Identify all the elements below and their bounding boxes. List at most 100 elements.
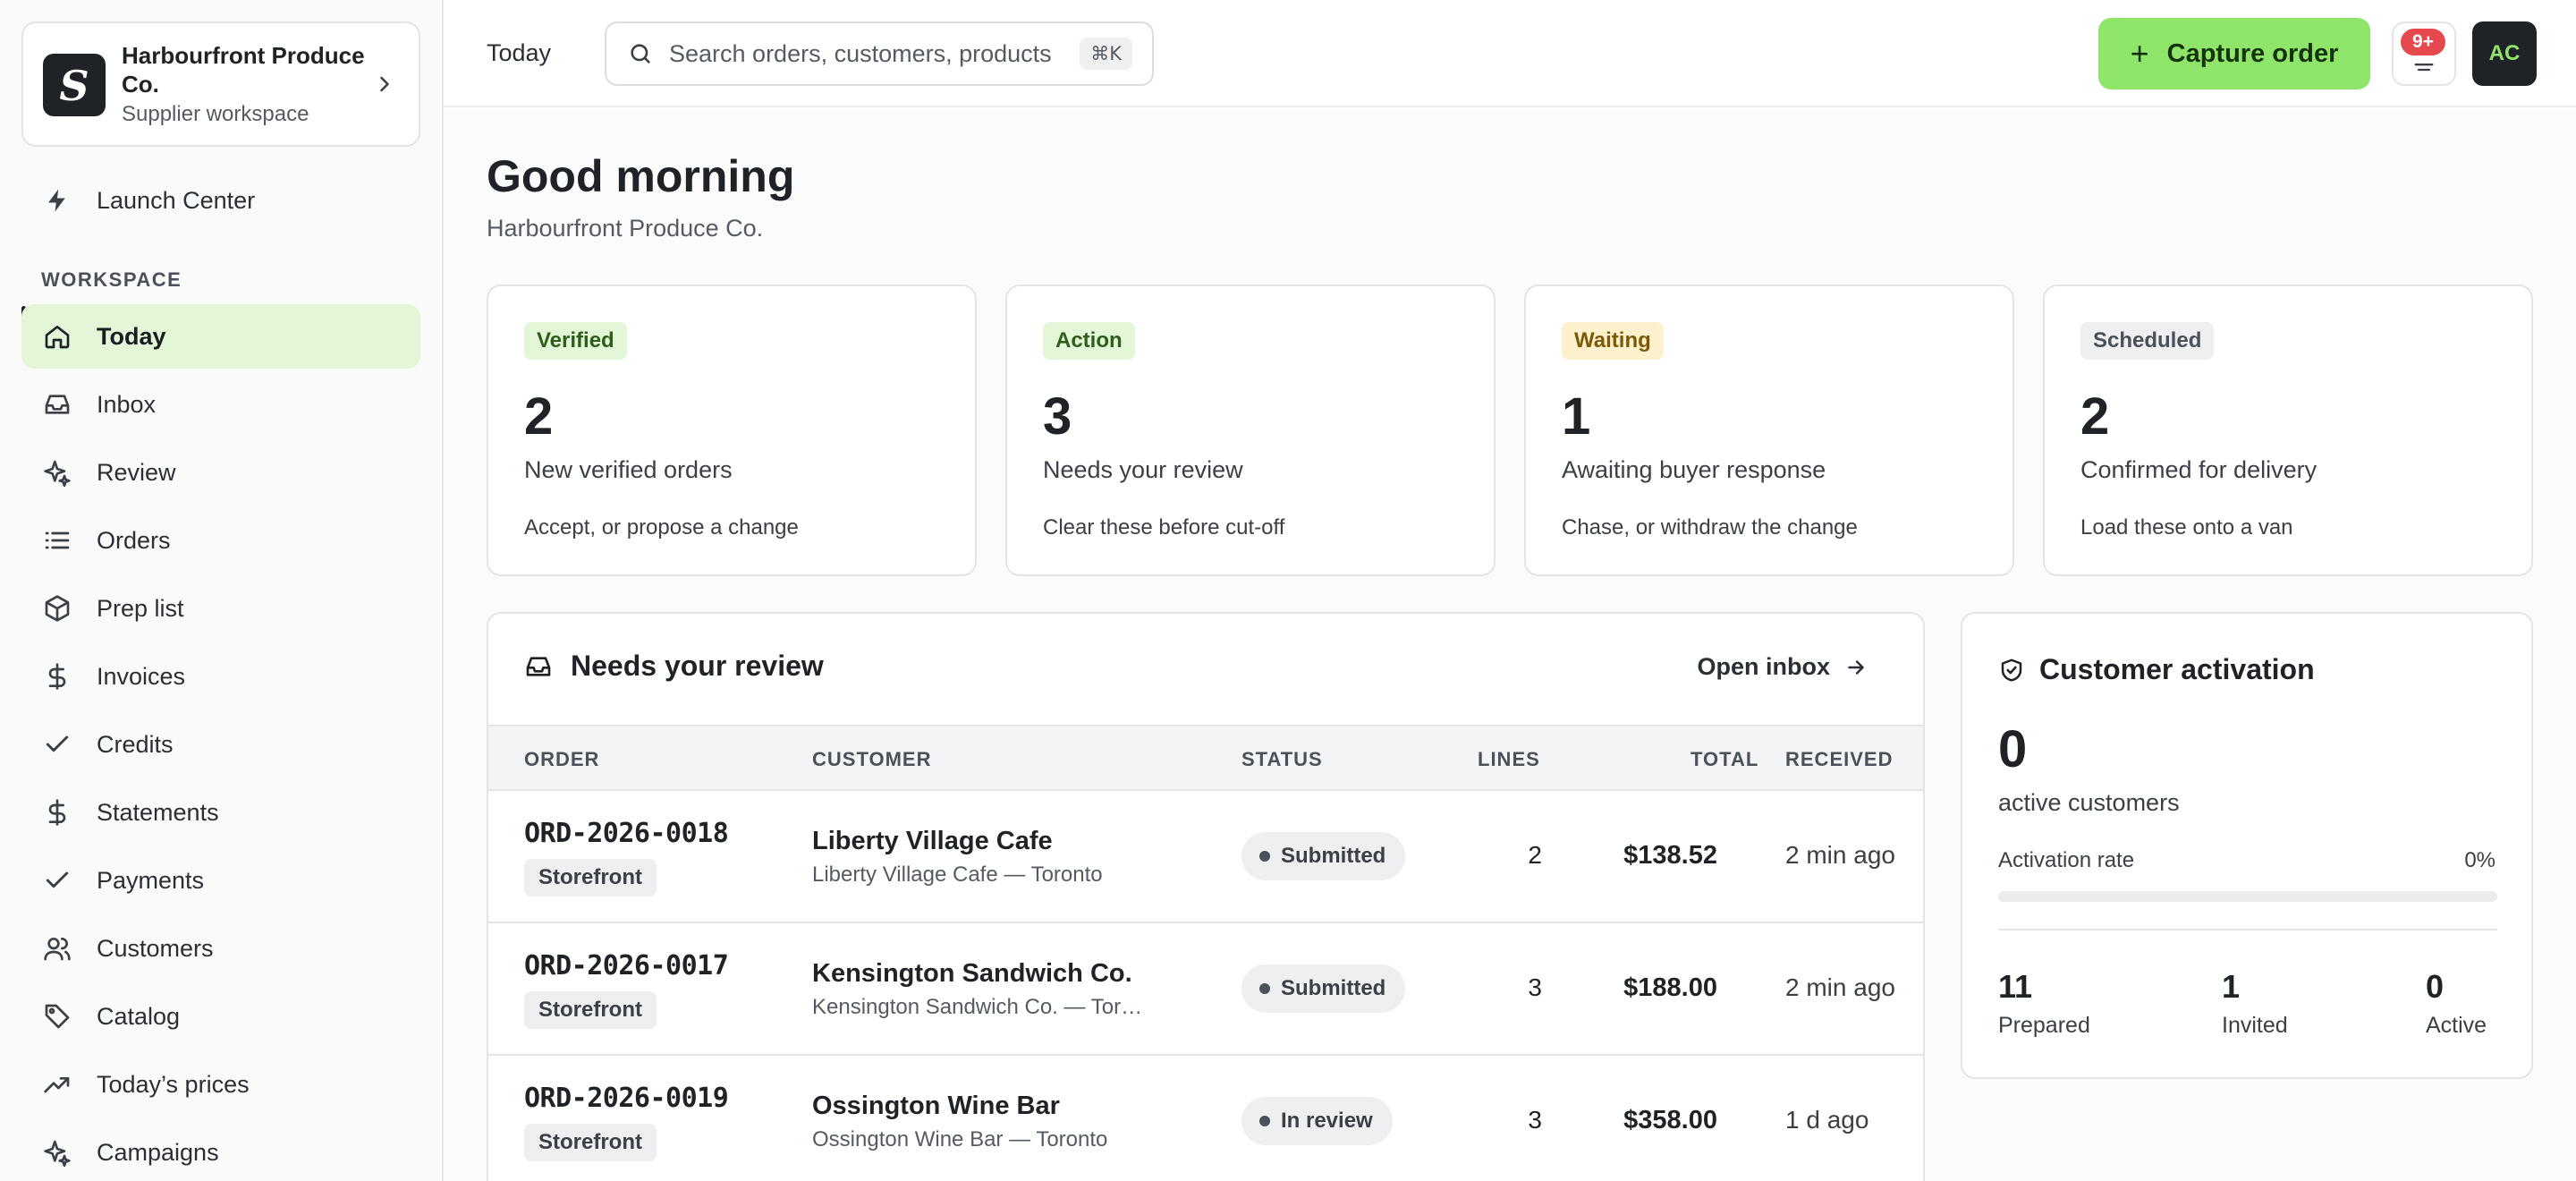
customer-name: Kensington Sandwich Co. bbox=[812, 959, 1132, 988]
nav-label: Today bbox=[97, 322, 166, 350]
capture-order-label: Capture order bbox=[2166, 38, 2339, 68]
org-switcher[interactable]: S Harbourfront Produce Co. Supplier work… bbox=[21, 21, 420, 147]
nav-item-payments[interactable]: Payments bbox=[21, 848, 420, 913]
status-label: Submitted bbox=[1281, 844, 1386, 868]
column-header-total[interactable]: TOTAL bbox=[1690, 748, 1758, 771]
dollar-icon bbox=[41, 660, 73, 692]
activation-rate-value: 0% bbox=[2464, 848, 2496, 872]
order-total: $188.00 bbox=[1623, 973, 1717, 1002]
order-id[interactable]: ORD-2026-0019 bbox=[524, 1083, 729, 1114]
column-header-lines[interactable]: LINES bbox=[1478, 748, 1540, 771]
home-icon bbox=[41, 320, 73, 353]
stat-hint: Clear these before cut-off bbox=[1043, 515, 1285, 540]
capture-order-button[interactable]: + Capture order bbox=[2098, 18, 2370, 89]
column-header-customer[interactable]: CUSTOMER bbox=[812, 748, 932, 771]
table-header: ORDER CUSTOMER STATUS LINES TOTAL RECEIV… bbox=[488, 725, 1923, 791]
stat-value: 1 bbox=[1562, 387, 1591, 446]
nav-item-statements[interactable]: Statements bbox=[21, 780, 420, 845]
review-panel-title: Needs your review bbox=[571, 650, 824, 682]
inbox-icon bbox=[41, 388, 73, 421]
order-id[interactable]: ORD-2026-0017 bbox=[524, 950, 729, 981]
column-header-order[interactable]: ORDER bbox=[524, 748, 599, 771]
stat-title: Needs your review bbox=[1043, 456, 1243, 483]
line-count: 3 bbox=[1528, 1106, 1542, 1134]
search-bar[interactable]: ⌘K bbox=[605, 21, 1154, 86]
nav-label: Orders bbox=[97, 526, 171, 554]
org-name: Harbourfront Produce Co. bbox=[122, 42, 365, 98]
order-id[interactable]: ORD-2026-0018 bbox=[524, 818, 729, 849]
table-row[interactable]: ORD-2026-0018 Storefront Liberty Village… bbox=[488, 791, 1923, 923]
stat-hint: Chase, or withdraw the change bbox=[1562, 515, 1858, 540]
list-icon bbox=[41, 524, 73, 557]
nav-item-inbox[interactable]: Inbox bbox=[21, 372, 420, 437]
received-time: 1 d ago bbox=[1785, 1106, 1869, 1134]
avatar[interactable]: AC bbox=[2472, 21, 2537, 86]
line-count: 3 bbox=[1528, 973, 1542, 1001]
nav-item-review[interactable]: Review bbox=[21, 440, 420, 505]
stat-value: 2 bbox=[2080, 387, 2110, 446]
nav-item-prep-list[interactable]: Prep list bbox=[21, 576, 420, 641]
customer-location: Kensington Sandwich Co. — Tor… bbox=[812, 995, 1143, 1019]
nav-label: Review bbox=[97, 458, 176, 486]
bell-icon bbox=[2411, 54, 2436, 73]
nav-item-customers[interactable]: Customers bbox=[21, 916, 420, 981]
box-icon bbox=[41, 592, 73, 624]
active-customers-count: 0 bbox=[1998, 720, 2028, 778]
order-source-badge: Storefront bbox=[524, 991, 657, 1029]
stat-title: New verified orders bbox=[524, 456, 733, 483]
topbar: Today ⌘K + Capture order 9+ AC bbox=[444, 0, 2576, 107]
open-inbox-link[interactable]: Open inbox bbox=[1698, 653, 1868, 681]
table-row[interactable]: ORD-2026-0019 Storefront Ossington Wine … bbox=[488, 1056, 1923, 1181]
users-icon bbox=[41, 932, 73, 964]
status-dot bbox=[1259, 1116, 1270, 1126]
arrow-right-icon bbox=[1844, 656, 1868, 679]
shield-check-icon bbox=[1998, 657, 2025, 684]
nav-item-invoices[interactable]: Invoices bbox=[21, 644, 420, 709]
stat-card-scheduled[interactable]: Scheduled 2 Confirmed for delivery Load … bbox=[2043, 285, 2533, 576]
prepared-count: 11 bbox=[1998, 968, 2033, 1005]
open-inbox-label: Open inbox bbox=[1697, 653, 1831, 680]
page-subtitle: Harbourfront Produce Co. bbox=[487, 215, 764, 242]
status-label: In review bbox=[1281, 1109, 1373, 1133]
status-label: Submitted bbox=[1281, 976, 1386, 1000]
trend-icon bbox=[41, 1068, 73, 1100]
activation-header: Customer activation bbox=[1998, 653, 2315, 686]
review-panel-header: Needs your review bbox=[524, 650, 824, 683]
stat-card-verified[interactable]: Verified 2 New verified orders Accept, o… bbox=[487, 285, 977, 576]
nav-label: Statements bbox=[97, 798, 219, 826]
notification-badge: 9+ bbox=[2401, 29, 2445, 55]
invited-count: 1 bbox=[2222, 968, 2241, 1005]
nav-item-today[interactable]: Today bbox=[21, 304, 420, 369]
activation-rate-label: Activation rate bbox=[1998, 848, 2135, 872]
plus-icon: + bbox=[2130, 35, 2149, 72]
search-input[interactable] bbox=[669, 39, 1063, 68]
column-header-status[interactable]: STATUS bbox=[1241, 748, 1323, 771]
customer-location: Ossington Wine Bar — Toronto bbox=[812, 1127, 1108, 1151]
activation-progress-bar bbox=[1998, 891, 2497, 902]
active-count: 0 bbox=[2426, 968, 2445, 1005]
check-icon bbox=[41, 864, 73, 896]
order-source-badge: Storefront bbox=[524, 859, 657, 896]
svg-text:S: S bbox=[59, 63, 89, 107]
nav-label: Prep list bbox=[97, 594, 184, 622]
nav-item-campaigns[interactable]: Campaigns bbox=[21, 1120, 420, 1181]
stat-hint: Load these onto a van bbox=[2080, 515, 2293, 540]
status-badge: Action bbox=[1043, 322, 1135, 360]
sidebar: S Harbourfront Produce Co. Supplier work… bbox=[0, 0, 444, 1181]
customer-name: Ossington Wine Bar bbox=[812, 1092, 1060, 1120]
nav-label: Launch Center bbox=[97, 186, 256, 214]
column-header-received[interactable]: RECEIVED bbox=[1785, 748, 1893, 771]
nav-item-credits[interactable]: Credits bbox=[21, 712, 420, 777]
nav-item-todays-prices[interactable]: Today’s prices bbox=[21, 1052, 420, 1117]
status-badge: In review bbox=[1241, 1097, 1393, 1145]
nav-item-catalog[interactable]: Catalog bbox=[21, 984, 420, 1049]
stat-card-waiting[interactable]: Waiting 1 Awaiting buyer response Chase,… bbox=[1524, 285, 2014, 576]
nav-launch-center[interactable]: Launch Center bbox=[21, 168, 420, 233]
table-row[interactable]: ORD-2026-0017 Storefront Kensington Sand… bbox=[488, 923, 1923, 1056]
tag-icon bbox=[41, 1000, 73, 1032]
nav-item-orders[interactable]: Orders bbox=[21, 508, 420, 573]
status-badge: Waiting bbox=[1562, 322, 1664, 360]
stat-card-action[interactable]: Action 3 Needs your review Clear these b… bbox=[1005, 285, 1496, 576]
check-icon bbox=[41, 728, 73, 760]
order-total: $138.52 bbox=[1623, 841, 1717, 870]
